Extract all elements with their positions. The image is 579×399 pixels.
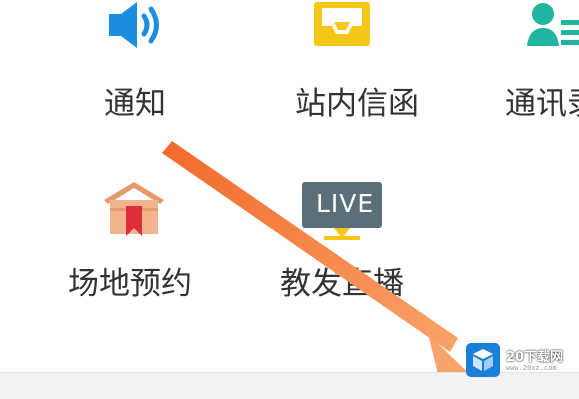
watermark-url: www.20xz.com <box>506 364 557 372</box>
grid-item-venue-booking[interactable]: 场地预约 <box>68 170 238 320</box>
watermark-logo: 20下载网 www.20xz.com <box>464 343 574 377</box>
grid-item-notification[interactable]: 通知 <box>75 0 245 140</box>
inbox-tray-icon <box>312 0 372 54</box>
grid-item-label: 通知 <box>104 86 166 122</box>
grid-item-label: 教发直播 <box>280 266 404 302</box>
grid-item-label: 场地预约 <box>68 266 192 302</box>
grid-item-inbox[interactable]: 站内信函 <box>272 0 442 140</box>
speaker-icon <box>107 0 167 58</box>
watermark-title: 20下载网 <box>506 350 564 365</box>
live-badge: LIVE <box>316 189 375 218</box>
grid-item-label: 通讯录 <box>505 86 579 122</box>
cube-icon <box>466 343 500 377</box>
grid-item-contacts[interactable]: 通讯录 <box>505 0 579 140</box>
grid-item-live[interactable]: LIVE 教发直播 <box>280 170 450 320</box>
venue-building-icon <box>102 178 166 242</box>
contacts-icon <box>527 0 579 54</box>
grid-item-label: 站内信函 <box>295 86 419 122</box>
